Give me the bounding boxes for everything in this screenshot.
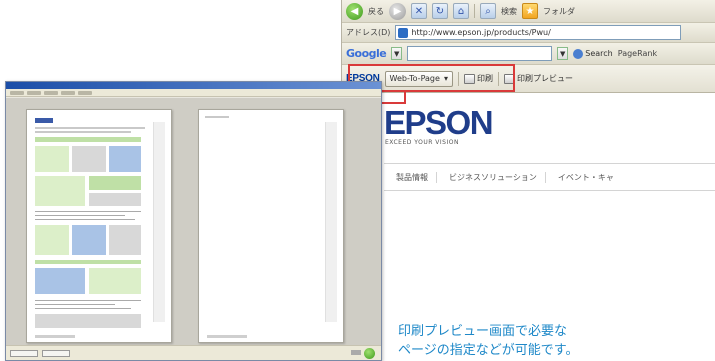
address-bar[interactable]: http://www.epson.jp/products/Pwu/ bbox=[395, 25, 682, 40]
page-block bbox=[35, 176, 85, 206]
chevron-down-icon: ▾ bbox=[443, 74, 448, 83]
forward-button[interactable]: ▶ bbox=[389, 2, 406, 20]
page-block bbox=[89, 268, 141, 294]
print-preview-window bbox=[5, 81, 382, 361]
page-logo-thumbnail bbox=[35, 118, 53, 123]
web-to-page-label: Web-To-Page bbox=[389, 74, 440, 83]
navigation-toolbar: ◀ 戻る ▶ ✕ ↻ ⌂ ⌕ 検索 ★ フォルダ bbox=[342, 0, 715, 23]
preview-title-bar bbox=[6, 82, 381, 89]
favorites-button-label[interactable]: フォルダ bbox=[543, 6, 575, 17]
web-to-page-dropdown[interactable]: Web-To-Page ▾ bbox=[384, 70, 453, 87]
page-text-line bbox=[35, 219, 135, 220]
page-block bbox=[35, 225, 69, 255]
google-toolbar: Google ▼ ▼ Search PageRank bbox=[342, 43, 715, 65]
address-toolbar: アドレス(D) http://www.epson.jp/products/Pwu… bbox=[342, 23, 715, 43]
preview-nav-button[interactable] bbox=[42, 349, 70, 357]
printer-icon bbox=[463, 73, 475, 84]
page-block bbox=[89, 176, 141, 190]
print-button[interactable]: 印刷 bbox=[463, 73, 493, 84]
google-search-input[interactable] bbox=[407, 46, 553, 61]
caption-line: ページの指定などが可能です。 bbox=[398, 343, 579, 358]
refresh-icon[interactable]: ↻ bbox=[432, 3, 448, 19]
nav-item-events[interactable]: イベント・キャ bbox=[546, 172, 622, 183]
page-text-line bbox=[35, 215, 125, 216]
caption-line: 印刷プレビュー画面で必要な bbox=[398, 324, 568, 339]
back-button-label: 戻る bbox=[368, 6, 384, 16]
home-icon[interactable]: ⌂ bbox=[453, 3, 469, 19]
epson-tagline: EXCEED YOUR VISION bbox=[385, 139, 459, 146]
preview-toolbar bbox=[6, 89, 381, 97]
google-search-icon bbox=[573, 48, 584, 59]
page-text-line bbox=[35, 308, 131, 309]
page-block bbox=[109, 146, 141, 172]
back-button[interactable]: ◀ bbox=[346, 2, 363, 20]
preview-toolbar-button[interactable] bbox=[10, 90, 24, 95]
print-preview-button-label: 印刷プレビュー bbox=[516, 74, 573, 83]
site-navigation: 製品情報 ビジネスソリューション イベント・キャ bbox=[384, 163, 715, 191]
favorites-icon[interactable]: ★ bbox=[522, 3, 538, 19]
caption-text: 印刷プレビュー画面で必要な ページの指定などが可能です。 bbox=[398, 322, 698, 360]
stop-icon[interactable]: ✕ bbox=[411, 3, 427, 19]
page-side-column bbox=[325, 122, 337, 322]
pagerank-label[interactable]: PageRank bbox=[618, 49, 657, 58]
page-text-line bbox=[35, 131, 131, 133]
google-logo[interactable]: Google bbox=[346, 47, 387, 60]
page-block bbox=[109, 225, 141, 255]
print-preview-button[interactable]: 印刷プレビュー bbox=[503, 73, 573, 84]
preview-canvas bbox=[6, 98, 381, 347]
epson-web-to-page-toolbar: EPSON Web-To-Page ▾ 印刷 印刷プレビュー bbox=[342, 65, 715, 93]
preview-page-thumbnail[interactable] bbox=[198, 109, 344, 343]
google-menu-dropdown[interactable]: ▼ bbox=[391, 47, 403, 60]
search-button-label[interactable]: 検索 bbox=[501, 6, 517, 17]
page-side-column bbox=[153, 122, 165, 322]
print-button-label: 印刷 bbox=[476, 74, 493, 83]
nav-item-business-solutions[interactable]: ビジネスソリューション bbox=[437, 171, 546, 183]
page-text-line bbox=[35, 127, 145, 129]
page-block bbox=[89, 193, 141, 206]
page-header-band bbox=[35, 137, 141, 142]
google-search-label: Search bbox=[585, 49, 613, 58]
zoom-label bbox=[351, 350, 361, 355]
address-label: アドレス(D) bbox=[346, 28, 391, 37]
page-block bbox=[35, 268, 85, 294]
address-url: http://www.epson.jp/products/Pwu/ bbox=[411, 28, 551, 37]
page-footer-line bbox=[207, 335, 247, 338]
page-block bbox=[72, 225, 106, 255]
google-search-button[interactable]: Search bbox=[573, 48, 613, 59]
preview-toolbar-button[interactable] bbox=[27, 90, 41, 95]
page-footer-line bbox=[35, 335, 75, 338]
toolbar-divider bbox=[474, 4, 475, 18]
page-icon bbox=[398, 27, 409, 38]
page-block bbox=[35, 314, 141, 328]
epson-logo[interactable]: EPSON bbox=[384, 106, 494, 139]
preview-toolbar-button[interactable] bbox=[78, 90, 92, 95]
page-header-band bbox=[35, 260, 141, 264]
nav-item-products[interactable]: 製品情報 bbox=[384, 171, 437, 183]
zoom-icon[interactable] bbox=[364, 348, 375, 359]
preview-toolbar-button[interactable] bbox=[44, 90, 58, 95]
preview-nav-button[interactable] bbox=[10, 349, 38, 357]
search-icon[interactable]: ⌕ bbox=[480, 3, 496, 19]
page-text-line bbox=[35, 300, 141, 301]
toolbar-divider bbox=[497, 71, 499, 86]
toolbar-divider bbox=[457, 71, 459, 86]
page-text-line bbox=[35, 304, 115, 305]
page-header-line bbox=[205, 116, 229, 118]
page-block bbox=[35, 146, 69, 172]
page-block bbox=[72, 146, 106, 172]
preview-status-bar bbox=[6, 345, 381, 360]
google-search-dropdown[interactable]: ▼ bbox=[557, 47, 569, 60]
preview-toolbar-button[interactable] bbox=[61, 90, 75, 95]
preview-page-thumbnail[interactable] bbox=[26, 109, 172, 343]
page-text-line bbox=[35, 211, 141, 212]
print-preview-icon bbox=[503, 73, 515, 84]
